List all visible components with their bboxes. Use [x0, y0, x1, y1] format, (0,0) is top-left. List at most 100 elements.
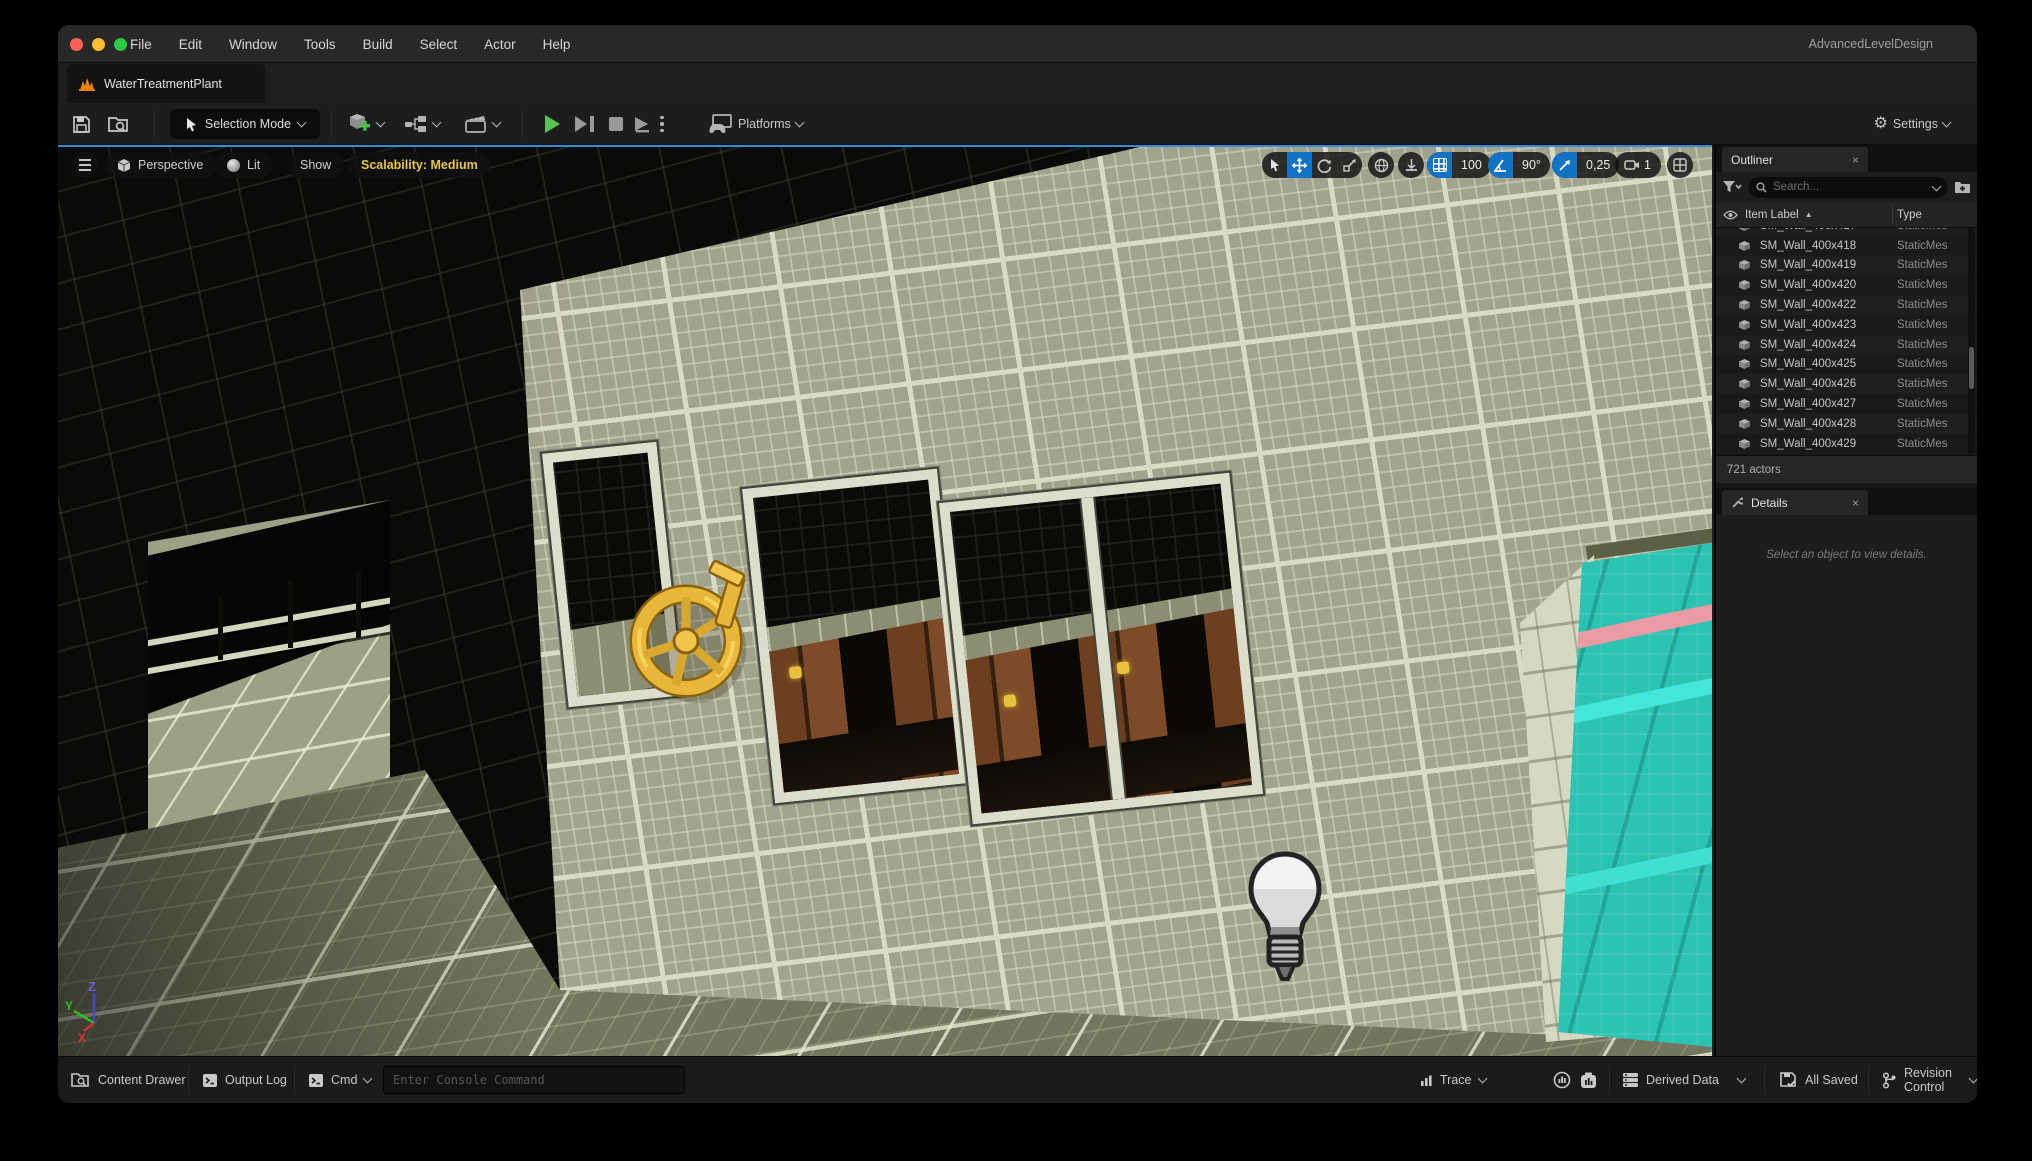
grid-snap-toggle[interactable] — [1427, 152, 1452, 178]
scale-snap-value[interactable]: 0,25 — [1577, 158, 1619, 172]
selection-mode-dropdown[interactable]: Selection Mode — [170, 109, 320, 139]
outliner-row[interactable]: SM_Wall_400x425StaticMes — [1716, 355, 1977, 375]
scalability-warning-pill[interactable]: Scalability: Medium — [348, 152, 491, 178]
static-mesh-icon — [1738, 438, 1751, 450]
revision-control-dropdown[interactable]: Revision Control — [1882, 1057, 1977, 1103]
scene-3d[interactable]: Z Y X — [58, 145, 1712, 1056]
scale-tool-button[interactable] — [1337, 152, 1362, 178]
actor-count-label: 721 actors — [1727, 464, 1781, 476]
platforms-dropdown[interactable]: Platforms — [708, 110, 803, 138]
menu-actor[interactable]: Actor — [484, 37, 516, 52]
statusbar-separator — [294, 1066, 295, 1094]
tab-outliner[interactable]: Outliner × — [1722, 147, 1868, 172]
actor-label: SM_Wall_400x428 — [1760, 418, 1856, 430]
menu-select[interactable]: Select — [420, 37, 458, 52]
column-divider[interactable] — [1892, 205, 1893, 224]
close-icon[interactable]: × — [1852, 496, 1859, 510]
content-drawer-icon — [71, 1072, 91, 1088]
outliner-row[interactable]: SM_Wall_400x424StaticMes — [1716, 335, 1977, 355]
insights-session-button[interactable] — [1553, 1057, 1571, 1103]
outliner-row[interactable]: SM_Wall_400x428StaticMes — [1716, 414, 1977, 434]
outliner-row[interactable]: SM_Wall_400x429StaticMes — [1716, 434, 1977, 454]
level-viewport[interactable]: Z Y X Perspective Lit Show — [58, 145, 1712, 1056]
browse-content-button[interactable] — [108, 110, 130, 138]
menu-help[interactable]: Help — [543, 37, 571, 52]
static-mesh-icon — [1738, 319, 1751, 331]
menu-tools[interactable]: Tools — [304, 37, 336, 52]
menu-edit[interactable]: Edit — [179, 37, 202, 52]
cmd-dropdown[interactable]: Cmd — [308, 1057, 371, 1103]
console-command-input[interactable] — [383, 1066, 685, 1094]
select-tool-button[interactable] — [1262, 152, 1287, 178]
details-body: Select an object to view details. — [1716, 515, 1977, 1056]
search-input[interactable] — [1773, 181, 1927, 193]
chevron-down-icon — [1942, 117, 1952, 127]
outliner-row[interactable]: SM_Wall_400x418StaticMes — [1716, 236, 1977, 256]
outliner-row[interactable]: SM_Wall_400x426StaticMes — [1716, 374, 1977, 394]
outliner-row[interactable]: SM_Wall_400x420StaticMes — [1716, 275, 1977, 295]
play-button[interactable] — [545, 110, 560, 138]
scrollbar-thumb[interactable] — [1969, 347, 1974, 389]
outliner-row[interactable]: SM_Wall_400x419StaticMes — [1716, 256, 1977, 276]
skip-to-frame-button[interactable] — [575, 110, 594, 138]
content-drawer-button[interactable]: Content Drawer — [71, 1057, 186, 1103]
lit-dropdown[interactable]: Lit — [214, 152, 273, 178]
viewport-active-indicator — [58, 145, 1712, 147]
outliner-row[interactable]: SM_Wall_400x427StaticMes — [1716, 394, 1977, 414]
stop-button[interactable] — [609, 110, 623, 138]
close-icon[interactable]: × — [1852, 153, 1859, 167]
static-mesh-icon — [1738, 339, 1751, 351]
move-tool-button[interactable] — [1287, 152, 1312, 178]
outliner-row[interactable]: SM_Wall_400x417StaticMes — [1716, 228, 1977, 236]
blueprints-button[interactable] — [404, 110, 440, 138]
create-folder-icon[interactable] — [1954, 180, 1971, 194]
rotation-snap-value[interactable]: 90° — [1513, 158, 1550, 172]
tab-details[interactable]: Details × — [1722, 490, 1868, 515]
close-window-button[interactable] — [70, 38, 83, 51]
save-button[interactable] — [72, 110, 91, 138]
play-options-kebab[interactable] — [660, 110, 664, 138]
rotate-tool-button[interactable] — [1312, 152, 1337, 178]
point-light-actor[interactable] — [1247, 851, 1323, 987]
settings-dropdown[interactable]: ⚙ Settings — [1873, 110, 1950, 138]
outliner-row[interactable]: SM_Wall_400x422StaticMes — [1716, 295, 1977, 315]
derived-data-dropdown[interactable]: Derived Data — [1622, 1057, 1745, 1103]
eye-icon[interactable] — [1723, 210, 1738, 220]
perspective-label: Perspective — [138, 158, 203, 172]
perspective-dropdown[interactable]: Perspective — [104, 152, 216, 178]
menu-window[interactable]: Window — [229, 37, 277, 52]
cinematics-button[interactable] — [464, 110, 500, 138]
sort-ascending-icon: ▲ — [1805, 210, 1813, 219]
viewport-menu-button[interactable] — [72, 152, 98, 178]
valve-wheel-actor[interactable] — [618, 557, 768, 727]
trace-dropdown[interactable]: Trace — [1420, 1057, 1486, 1103]
outliner-row[interactable]: SM_Wall_400x423StaticMes — [1716, 315, 1977, 335]
lamp — [1117, 661, 1130, 674]
menu-build[interactable]: Build — [363, 37, 393, 52]
grid-snap-value[interactable]: 100 — [1452, 158, 1491, 172]
all-saved-button[interactable]: All Saved — [1780, 1057, 1858, 1103]
column-type[interactable]: Type — [1897, 209, 1922, 221]
camera-speed-group[interactable]: 1 — [1615, 152, 1661, 178]
tab-water-treatment-plant[interactable]: WaterTreatmentPlant — [67, 64, 265, 103]
lit-label: Lit — [247, 158, 260, 172]
insights-snapshot-button[interactable] — [1580, 1057, 1597, 1103]
axis-z-label: Z — [88, 979, 96, 994]
column-item-label[interactable]: Item Label — [1745, 209, 1799, 221]
filter-icon[interactable] — [1722, 180, 1742, 194]
output-log-button[interactable]: Output Log — [202, 1057, 287, 1103]
scale-snap-toggle[interactable] — [1552, 152, 1577, 178]
eject-possess-button[interactable] — [633, 110, 653, 138]
zoom-window-button[interactable] — [114, 38, 127, 51]
world-local-gizmo-button[interactable] — [1368, 152, 1394, 178]
trace-chart-icon — [1420, 1074, 1433, 1087]
minimize-window-button[interactable] — [92, 38, 105, 51]
surface-snapping-button[interactable] — [1398, 152, 1424, 178]
add-actor-button[interactable] — [348, 110, 384, 138]
outliner-search[interactable] — [1748, 177, 1948, 198]
menu-file[interactable]: File — [130, 37, 152, 52]
rotation-snap-toggle[interactable] — [1488, 152, 1513, 178]
chevron-down-icon — [297, 117, 307, 127]
show-dropdown[interactable]: Show — [287, 152, 344, 178]
viewport-layout-button[interactable] — [1667, 152, 1693, 178]
